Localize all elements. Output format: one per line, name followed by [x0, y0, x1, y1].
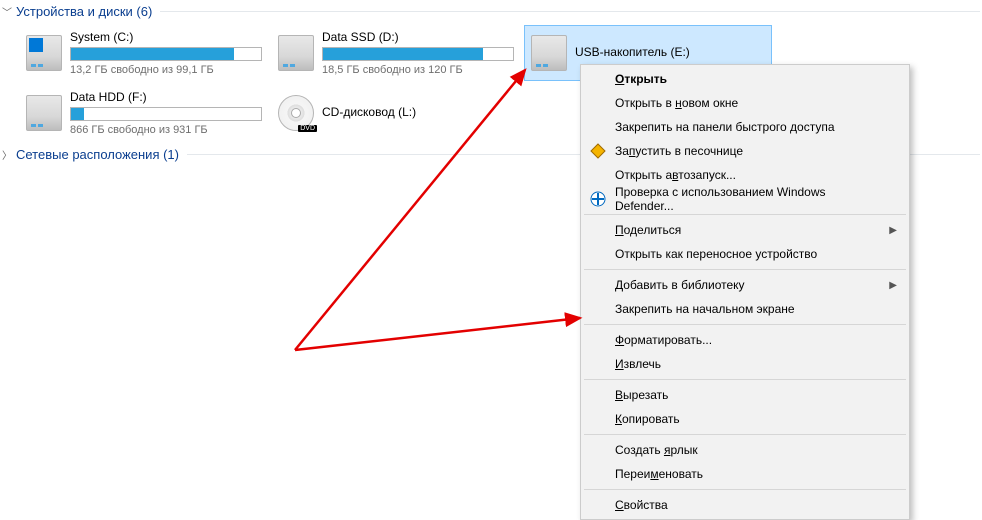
drive-capacity-bar — [70, 107, 262, 121]
section-devices-header[interactable]: ﹀ Устройства и диски (6) — [0, 0, 982, 23]
menu-open[interactable]: Открыть — [583, 67, 907, 91]
section-divider — [160, 11, 980, 12]
menu-pin-start[interactable]: Закрепить на начальном экране — [583, 297, 907, 321]
drive-capacity-bar — [322, 47, 514, 61]
defender-icon — [589, 190, 607, 208]
drive-hdd-windows-icon — [26, 35, 62, 71]
drive-context-menu: Открыть Открыть в новом окне Закрепить н… — [580, 64, 910, 520]
sandbox-icon — [589, 142, 607, 160]
menu-copy[interactable]: Копировать — [583, 407, 907, 431]
drive-name: USB-накопитель (E:) — [575, 45, 765, 59]
submenu-arrow-icon: ▶ — [889, 280, 897, 291]
menu-separator — [584, 379, 906, 380]
drive-free-text: 18,5 ГБ свободно из 120 ГБ — [322, 64, 514, 76]
menu-eject[interactable]: Извлечь — [583, 352, 907, 376]
drive-name: Data SSD (D:) — [322, 30, 514, 44]
menu-format[interactable]: Форматировать... — [583, 328, 907, 352]
menu-pin-quick-access[interactable]: Закрепить на панели быстрого доступа — [583, 115, 907, 139]
menu-add-library[interactable]: Добавить в библиотеку▶ — [583, 273, 907, 297]
menu-open-autorun[interactable]: Открыть автозапуск... — [583, 163, 907, 187]
drive-hdd-icon — [278, 35, 314, 71]
section-network-label: Сетевые расположения (1) — [16, 147, 179, 162]
menu-separator — [584, 214, 906, 215]
menu-create-shortcut[interactable]: Создать ярлык — [583, 438, 907, 462]
drive-name: System (C:) — [70, 30, 262, 44]
drive-capacity-bar — [70, 47, 262, 61]
menu-separator — [584, 324, 906, 325]
submenu-arrow-icon: ▶ — [889, 225, 897, 236]
drive-cd-l[interactable]: DVD CD-дисковод (L:) — [272, 85, 520, 141]
drive-name: Data HDD (F:) — [70, 90, 262, 104]
drive-free-text: 866 ГБ свободно из 931 ГБ — [70, 124, 262, 136]
menu-properties[interactable]: Свойства — [583, 493, 907, 517]
menu-run-sandbox[interactable]: Запустить в песочнице — [583, 139, 907, 163]
drive-free-text: 13,2 ГБ свободно из 99,1 ГБ — [70, 64, 262, 76]
menu-rename[interactable]: Переименовать — [583, 462, 907, 486]
drive-dvd-icon: DVD — [278, 95, 314, 131]
menu-share[interactable]: Поделиться▶ — [583, 218, 907, 242]
chevron-down-icon: ﹀ — [2, 4, 12, 19]
drive-data-hdd-f[interactable]: Data HDD (F:) 866 ГБ свободно из 931 ГБ — [20, 85, 268, 141]
drive-system-c[interactable]: System (C:) 13,2 ГБ свободно из 99,1 ГБ — [20, 25, 268, 81]
drive-usb-icon — [531, 35, 567, 71]
menu-separator — [584, 434, 906, 435]
menu-separator — [584, 489, 906, 490]
menu-cut[interactable]: Вырезать — [583, 383, 907, 407]
menu-open-new-window[interactable]: Открыть в новом окне — [583, 91, 907, 115]
drive-data-ssd-d[interactable]: Data SSD (D:) 18,5 ГБ свободно из 120 ГБ — [272, 25, 520, 81]
menu-open-portable[interactable]: Открыть как переносное устройство — [583, 242, 907, 266]
section-devices-label: Устройства и диски (6) — [16, 4, 152, 19]
drive-hdd-icon — [26, 95, 62, 131]
drive-name: CD-дисковод (L:) — [322, 105, 514, 119]
chevron-right-icon: 〉 — [2, 147, 12, 162]
menu-separator — [584, 269, 906, 270]
menu-defender-scan[interactable]: Проверка с использованием Windows Defend… — [583, 187, 907, 211]
